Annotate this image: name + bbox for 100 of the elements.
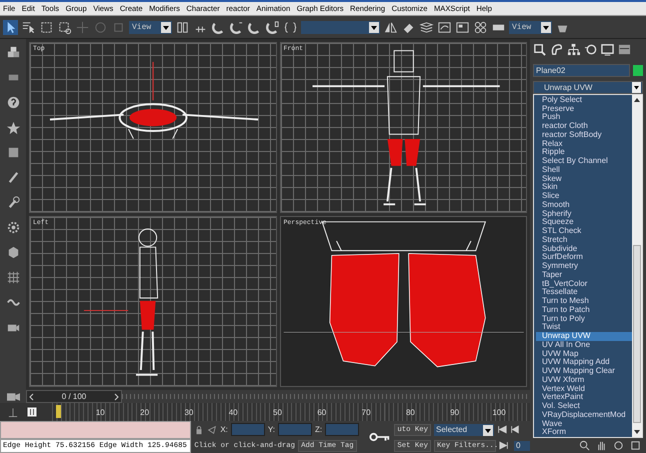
modifier-item[interactable]: Push (536, 113, 632, 122)
create-icon[interactable] (533, 43, 546, 56)
modifier-item[interactable]: Spherify (536, 210, 632, 218)
previous-frame-icon[interactable] (510, 425, 520, 434)
modifier-item[interactable]: XForm (536, 428, 632, 437)
modifier-item[interactable]: UV All In One (536, 340, 632, 350)
help-icon[interactable] (6, 95, 20, 110)
object-name-field[interactable]: Plane02 (533, 64, 630, 77)
caret-icon (541, 22, 551, 32)
modifier-item[interactable]: Tessellate (536, 288, 632, 297)
grid-icon[interactable] (6, 270, 20, 285)
coordinate-label: Z: (315, 425, 322, 434)
modifier-item[interactable]: tB_VertColor (536, 280, 632, 288)
scrollbar[interactable] (632, 94, 642, 437)
modifier-item[interactable]: Skin (536, 183, 632, 192)
track-tick-label: 40 (228, 408, 238, 417)
modifier-item[interactable]: Ripple (536, 148, 632, 157)
maxscript-listener-field[interactable] (0, 421, 192, 439)
pivot-center-icon[interactable] (175, 20, 190, 34)
caret-icon (632, 82, 641, 93)
modifier-item[interactable]: Select By Channel (536, 157, 632, 166)
layers-icon[interactable] (419, 20, 434, 34)
modifier-item[interactable]: reactor SoftBody (536, 130, 632, 140)
modifier-item[interactable]: STL Check (536, 227, 632, 236)
modifier-item[interactable]: Vertex Weld (536, 384, 632, 394)
modifier-item[interactable]: UVW Xform (536, 376, 632, 384)
key-icon[interactable] (369, 431, 392, 443)
modifier-item[interactable]: Taper (536, 270, 632, 280)
modifier-item[interactable]: Vol. Select (536, 402, 632, 411)
key-mode-dropdown[interactable]: Selected (434, 424, 494, 436)
star-icon[interactable] (6, 120, 20, 135)
orbit-icon[interactable] (613, 440, 624, 451)
track-tick-label: 100 (492, 408, 506, 417)
track-tick-label: 20 (140, 408, 150, 417)
modifier-item[interactable]: Twist (536, 323, 632, 332)
camera-icon (6, 392, 20, 400)
modifier-item[interactable]: Turn to Poly (536, 314, 632, 324)
modifier-item[interactable]: Squeeze (536, 218, 632, 227)
modifier-item[interactable]: Shell (536, 166, 632, 174)
time-thumb[interactable] (56, 405, 61, 418)
modifier-item[interactable]: Turn to Mesh (536, 297, 632, 306)
go-to-end-icon[interactable] (499, 441, 509, 450)
coordinate-field[interactable] (278, 423, 312, 436)
coordinate-label: X: (220, 425, 228, 434)
object-color-swatch[interactable] (633, 64, 643, 76)
modifier-item[interactable]: Wave (536, 420, 632, 428)
track-tick-label: 70 (362, 408, 371, 417)
modifier-item[interactable]: UVW Mapping Add (536, 358, 632, 367)
track-tick-label: 80 (406, 408, 415, 417)
caret-icon (369, 22, 379, 32)
caret-icon (483, 424, 493, 436)
coordinate-field[interactable] (325, 423, 360, 436)
render-view-dropdown[interactable]: View (509, 20, 552, 34)
arrow-cursor-icon[interactable] (3, 20, 18, 34)
modifier-item[interactable]: Preserve (536, 104, 632, 114)
gear-icon[interactable] (6, 220, 20, 235)
curve-editor-icon[interactable] (437, 20, 452, 34)
modifier-item[interactable]: Stretch (536, 236, 632, 244)
named-selection-dropdown[interactable] (301, 20, 380, 34)
modifier-item[interactable]: VertexPaint (536, 393, 632, 402)
coordinate-field[interactable] (230, 423, 265, 436)
modifier-item[interactable]: Slice (536, 192, 632, 201)
modifier-item[interactable]: Subdivide (536, 244, 632, 254)
track-tick-label: 90 (450, 408, 460, 417)
right-chevron-icon[interactable] (114, 392, 119, 400)
braces-icon[interactable] (283, 20, 298, 34)
modifier-item[interactable]: UVW Map (536, 350, 632, 358)
left-chevron-icon[interactable] (29, 392, 34, 400)
maximize-icon[interactable] (630, 440, 641, 451)
select-region-icon[interactable] (39, 20, 54, 34)
mirror-icon[interactable] (383, 20, 398, 34)
modifier-item[interactable]: Unwrap UVW (536, 332, 632, 341)
caret-icon (161, 22, 171, 32)
modifier-item[interactable]: SurfDeform (536, 253, 632, 262)
display-icon[interactable] (601, 43, 614, 56)
modifier-item[interactable]: Smooth (536, 200, 632, 210)
reference-coordinate-dropdown[interactable]: View (129, 20, 172, 34)
modifier-item[interactable]: reactor Cloth (536, 122, 632, 131)
material-spheres-icon[interactable] (473, 20, 488, 34)
window-crossing-icon[interactable] (57, 20, 72, 34)
modifier-item[interactable]: VRayDisplacementMod (536, 410, 632, 420)
track-bar[interactable]: 10 20 30 40 50 60 70 80 90 100 (52, 403, 530, 421)
triangle-icon[interactable] (207, 424, 218, 434)
hierarchy-icon[interactable] (567, 43, 580, 56)
go-to-start-icon[interactable] (497, 425, 507, 434)
select-by-name-icon[interactable] (21, 20, 36, 34)
modifier-list-dropdown[interactable]: Unwrap UVW (533, 80, 643, 94)
modifier-item[interactable]: Symmetry (536, 262, 632, 271)
modifier-item[interactable]: Poly Select (536, 96, 632, 104)
modifier-item[interactable]: Relax (536, 140, 632, 148)
lock-icon[interactable] (194, 424, 204, 434)
coordinate-label: Y: (268, 425, 276, 434)
zoom-icon[interactable] (579, 440, 590, 451)
modifier-item[interactable]: UVW Mapping Clear (536, 367, 632, 376)
boxes-icon[interactable] (6, 45, 20, 60)
schematic-view-icon[interactable] (455, 20, 470, 34)
track-tick-label: 30 (184, 408, 194, 417)
modifier-item[interactable]: Skew (536, 174, 632, 184)
modifier-item[interactable]: Turn to Patch (536, 306, 632, 314)
current-frame-field[interactable]: 0 (514, 440, 530, 450)
